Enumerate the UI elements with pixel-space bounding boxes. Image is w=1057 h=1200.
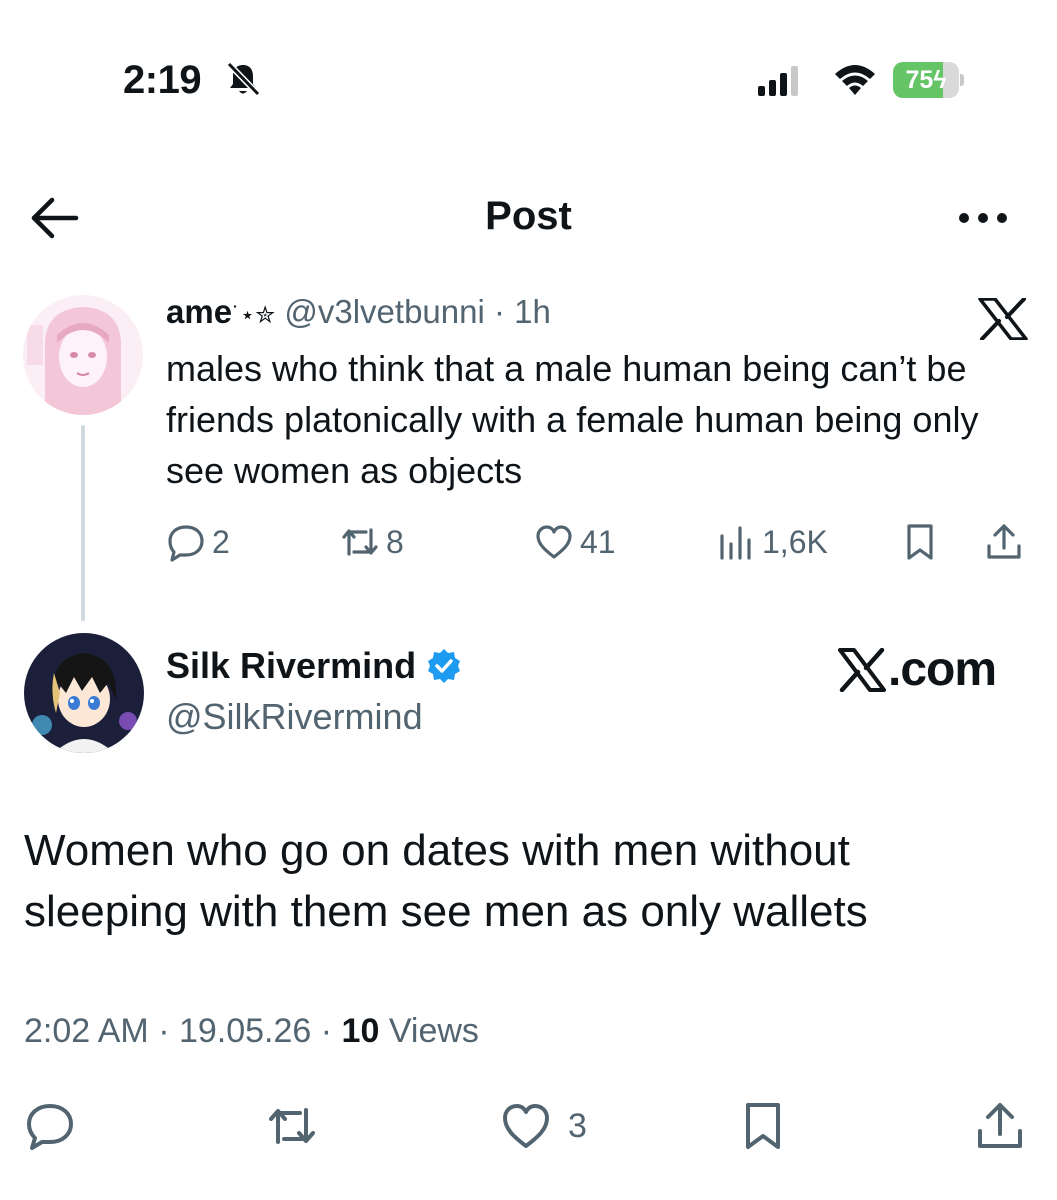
bookmark-icon bbox=[907, 524, 933, 560]
wifi-icon bbox=[835, 65, 875, 95]
views-count: 1,6K bbox=[762, 523, 828, 560]
share-button[interactable] bbox=[984, 518, 1030, 566]
name-decoration: ˙⋆✮ bbox=[232, 302, 276, 329]
x-com-watermark: .com bbox=[838, 642, 997, 697]
repost-icon bbox=[342, 528, 378, 556]
bookmark-icon bbox=[746, 1103, 780, 1149]
repost-count: 8 bbox=[386, 523, 404, 560]
x-logo-icon bbox=[978, 298, 1028, 340]
share-icon bbox=[978, 1103, 1022, 1148]
bookmark-button[interactable] bbox=[900, 518, 946, 566]
post-metadata: 2:02 AM · 19.05.26 · 10 Views bbox=[24, 1012, 479, 1050]
post-date: 19.05.26 bbox=[178, 1012, 312, 1050]
reply-button[interactable]: 2 bbox=[166, 518, 230, 566]
like-count: 41 bbox=[580, 523, 616, 560]
meta-separator: · bbox=[493, 293, 505, 330]
share-icon bbox=[987, 524, 1021, 559]
author-name[interactable]: Silk Rivermind bbox=[166, 645, 416, 687]
like-button[interactable]: 3 bbox=[500, 1098, 587, 1154]
analytics-icon bbox=[720, 526, 751, 560]
like-count: 3 bbox=[568, 1106, 587, 1145]
share-button[interactable] bbox=[974, 1098, 1026, 1154]
post-text: Women who go on dates with men without s… bbox=[24, 826, 868, 936]
author-handle[interactable]: @v3lvetbunni bbox=[284, 293, 484, 330]
post-time: 1h bbox=[514, 293, 551, 330]
avatar[interactable] bbox=[23, 295, 143, 415]
views-button[interactable]: 1,6K bbox=[716, 518, 828, 566]
reply-count: 2 bbox=[212, 523, 230, 560]
heart-icon bbox=[503, 1104, 549, 1148]
avatar-image bbox=[23, 295, 143, 415]
reply-button[interactable] bbox=[24, 1098, 76, 1154]
author-name[interactable]: ame bbox=[166, 293, 232, 330]
views-label: Views bbox=[379, 1012, 479, 1050]
x-logo-icon bbox=[838, 647, 886, 692]
repost-button[interactable] bbox=[266, 1098, 318, 1154]
views-count: 10 bbox=[341, 1012, 380, 1050]
status-time: 2:19 bbox=[123, 58, 202, 102]
quoted-post-header: ame˙⋆✮ @v3lvetbunni · 1h bbox=[166, 293, 551, 331]
verified-badge-icon[interactable] bbox=[426, 648, 462, 684]
charging-bolt-icon: ϟ bbox=[933, 66, 947, 94]
reply-icon bbox=[27, 1104, 73, 1150]
reply-icon bbox=[168, 525, 204, 562]
repost-button[interactable]: 8 bbox=[340, 518, 404, 566]
heart-icon bbox=[536, 525, 572, 559]
avatar[interactable] bbox=[24, 633, 144, 753]
post-actions: 3 bbox=[0, 1098, 1057, 1154]
bell-muted-icon bbox=[226, 61, 261, 97]
post-time: 2:02 AM bbox=[24, 1012, 149, 1050]
page-title: Post bbox=[485, 194, 572, 238]
like-button[interactable]: 41 bbox=[534, 518, 616, 566]
watermark-text: .com bbox=[888, 643, 997, 696]
quoted-post-actions: 2 8 41 1,6K bbox=[166, 518, 1036, 566]
more-options-icon[interactable] bbox=[957, 208, 1009, 228]
author-name-row[interactable]: Silk Rivermind bbox=[166, 645, 462, 687]
bookmark-button[interactable] bbox=[737, 1098, 789, 1154]
quoted-post-text: males who think that a male human being … bbox=[166, 348, 979, 491]
cellular-signal-icon bbox=[758, 66, 798, 96]
battery-indicator: 75ϟ bbox=[893, 62, 965, 98]
avatar-image bbox=[24, 633, 144, 753]
thread-connector-line bbox=[81, 425, 85, 621]
author-handle[interactable]: @SilkRivermind bbox=[166, 696, 423, 738]
repost-icon bbox=[269, 1108, 315, 1144]
